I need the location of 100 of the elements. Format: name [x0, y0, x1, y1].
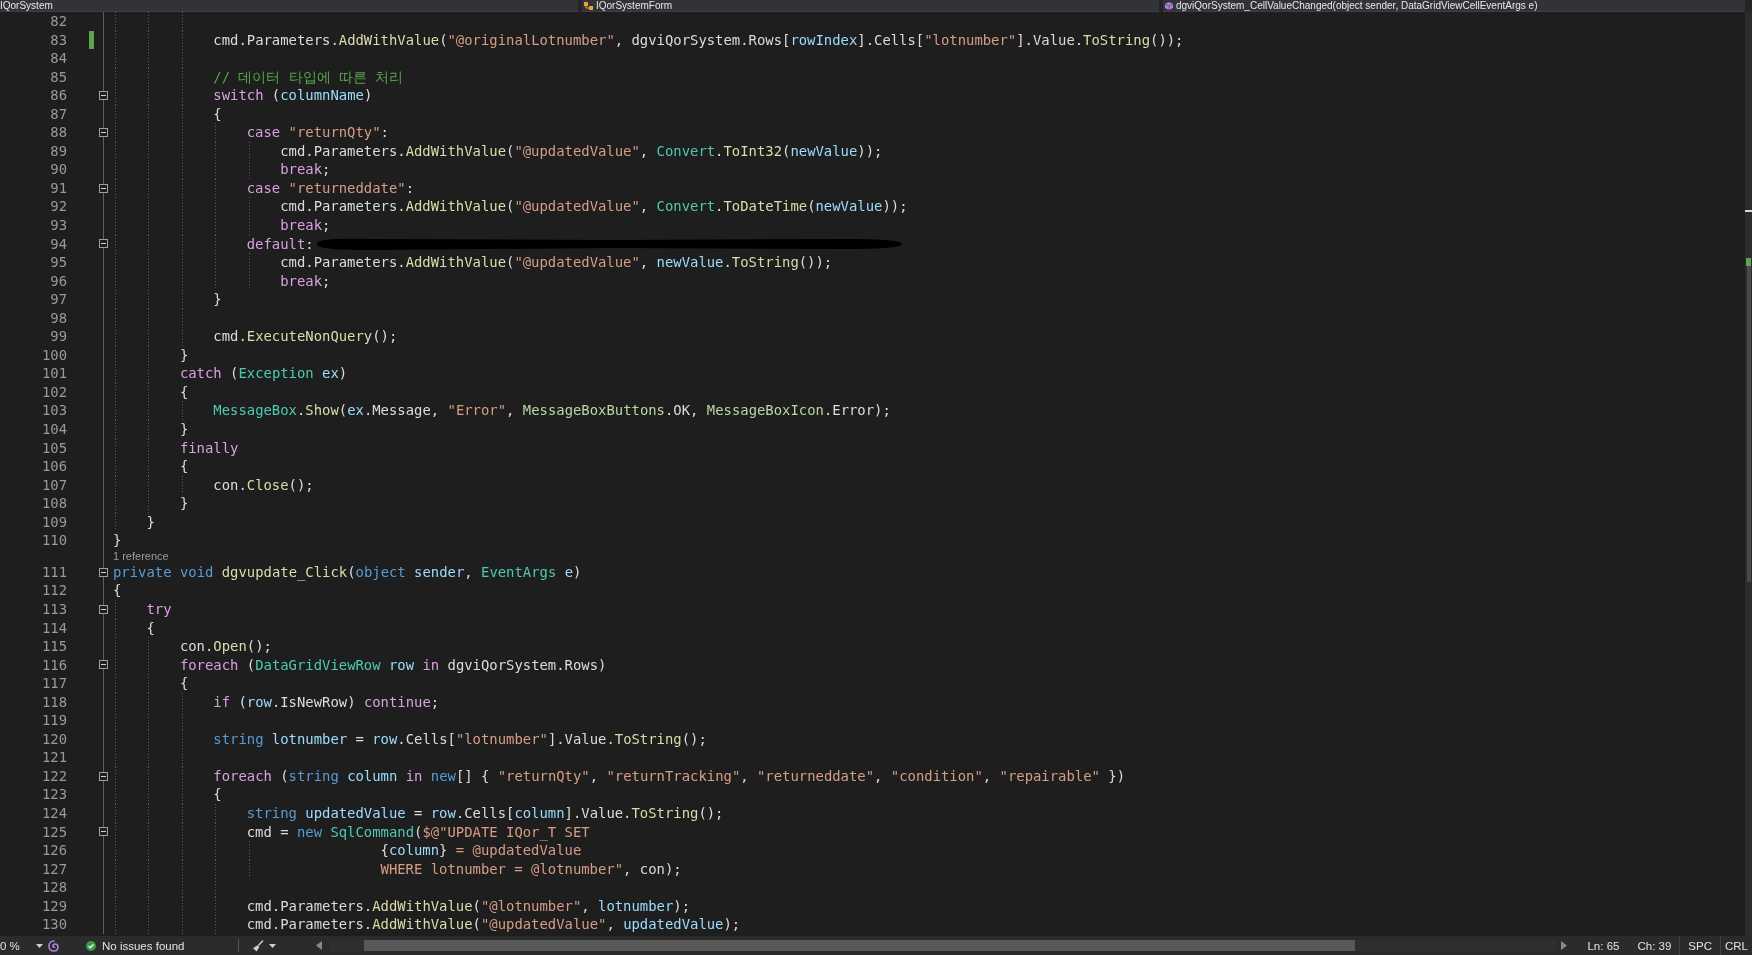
- collapse-icon[interactable]: [99, 128, 108, 138]
- code-line: cmd.Parameters.AddWithValue("@lotnumber", lotnumber);: [246, 896, 691, 916]
- code-line: if (row.IsNewRow) continue;: [213, 692, 440, 712]
- issues-indicator[interactable]: No issues found: [86, 936, 185, 955]
- code-line: }: [179, 420, 189, 439]
- line-number: 118: [41, 693, 67, 710]
- code-line: cmd.Parameters.AddWithValue("@updatedValue", newValue.ToString());: [280, 253, 833, 272]
- line-number: 112: [41, 582, 67, 599]
- line-number: 127: [41, 860, 67, 877]
- collapse-icon[interactable]: [99, 567, 108, 577]
- code-line: }: [146, 512, 155, 532]
- line-number: 103: [41, 402, 67, 419]
- code-line: cmd = new SqlCommand($@"UPDATE IQor_T SET: [246, 822, 590, 842]
- line-number: 105: [41, 439, 67, 456]
- caret-icon: [36, 943, 43, 948]
- line-number: 96: [50, 272, 67, 289]
- code-line: {: [179, 457, 189, 476]
- indent-guide: [181, 401, 183, 421]
- code-line: default:: [246, 234, 314, 254]
- code-line: {: [179, 674, 189, 693]
- scroll-right-icon[interactable]: [1561, 941, 1567, 950]
- change-mark: [1746, 258, 1751, 266]
- line-number: 102: [41, 383, 67, 400]
- code-line: }: [113, 531, 122, 550]
- line-number: 83: [50, 31, 67, 48]
- line-number: 85: [50, 68, 67, 85]
- zoom-dropdown[interactable]: 0 %: [0, 936, 44, 955]
- code-line: string updatedValue = row.Cells[column].Value.ToString();: [246, 803, 724, 823]
- swirl-icon[interactable]: [48, 939, 60, 952]
- code-line: break;: [280, 160, 331, 179]
- line-number: 100: [41, 346, 67, 363]
- collapse-icon[interactable]: [99, 827, 108, 837]
- collapse-icon[interactable]: [99, 239, 108, 249]
- code-line: WHERE lotnumber = @lotnumber", con);: [380, 859, 682, 879]
- code-line: try: [146, 599, 172, 619]
- project-dropdown[interactable]: IQorSystem: [0, 0, 53, 11]
- line-number: 98: [50, 309, 67, 326]
- code-line: cmd.Parameters.AddWithValue("@updatedValue", Convert.ToInt32(newValue));: [280, 141, 883, 161]
- code-line: foreach (DataGridViewRow row in dgviQorSystem.Rows): [179, 655, 607, 675]
- line-number: 108: [41, 495, 67, 512]
- line-number: 128: [41, 879, 67, 896]
- line-number: 97: [50, 291, 67, 308]
- collapse-icon[interactable]: [99, 183, 108, 193]
- scrollbar-thumb[interactable]: [364, 940, 1355, 951]
- line-number: 84: [50, 50, 67, 67]
- line-number: 106: [41, 458, 67, 475]
- code-line: con.Close();: [213, 475, 314, 495]
- code-line: case "returnQty":: [246, 123, 389, 142]
- line-number: 120: [41, 730, 67, 747]
- code-line: foreach (string column in new[] { "returnQty", "returnTracking", "returneddate", "condition", "repairable" }): [213, 766, 1125, 786]
- code-line: MessageBox.Show(ex.Message, "Error", MessageBoxButtons.OK, MessageBoxIcon.Error);: [213, 401, 891, 421]
- caret-icon: [269, 943, 277, 948]
- indent-guide: [181, 475, 183, 495]
- boxes-icon: [584, 1, 593, 10]
- line-number: 119: [41, 712, 67, 729]
- class-dropdown[interactable]: IQorSystemForm: [582, 0, 673, 11]
- codelens-link[interactable]: 1 reference: [113, 549, 169, 563]
- line-number: 92: [50, 198, 67, 215]
- line-number: 89: [50, 142, 67, 159]
- line-number: 99: [50, 328, 67, 345]
- code-line: {: [213, 104, 222, 124]
- code-line: cmd.Parameters.AddWithValue("@updatedValue", updatedValue);: [246, 915, 741, 934]
- line-number: 121: [41, 749, 67, 766]
- line-number: 91: [50, 179, 67, 196]
- code-line: break;: [280, 271, 331, 291]
- line-number: 130: [41, 916, 67, 933]
- whitespace-indicator[interactable]: SPC: [1679, 936, 1720, 955]
- collapse-icon[interactable]: [99, 604, 108, 614]
- vertical-scrollbar[interactable]: [1745, 12, 1752, 936]
- line-number: 94: [50, 235, 67, 252]
- code-line: string lotnumber = row.Cells["lotnumber"].Value.ToString();: [213, 729, 707, 749]
- code-line: cmd.Parameters.AddWithValue("@originalLotnumber", dgviQorSystem.Rows[rowIndex].Cells["lotnumber"].Value.ToString());: [213, 30, 1184, 50]
- scroll-left-icon[interactable]: [316, 941, 322, 950]
- collapse-icon[interactable]: [99, 90, 108, 100]
- code-line: }: [213, 290, 222, 309]
- collapse-icon[interactable]: [99, 771, 108, 781]
- code-line: }: [179, 345, 189, 365]
- line-ending-indicator[interactable]: CRL: [1720, 936, 1752, 955]
- line-number: 90: [50, 161, 67, 178]
- line-number: 116: [41, 656, 67, 673]
- line-number: 87: [50, 105, 67, 122]
- line-number: 114: [41, 619, 67, 636]
- line-number: 95: [50, 254, 67, 271]
- line-number: 88: [50, 124, 67, 141]
- line-number: 110: [41, 532, 67, 549]
- line-number: 86: [50, 87, 67, 104]
- code-line: finally: [179, 438, 239, 458]
- horizontal-scrollbar[interactable]: [330, 940, 1556, 951]
- line-number: 122: [41, 767, 67, 784]
- line-number: 101: [41, 365, 67, 382]
- cursor-column-label[interactable]: Ch: 39: [1637, 939, 1672, 952]
- line-number: 109: [41, 513, 67, 530]
- line-number: 123: [41, 786, 67, 803]
- code-line: {: [179, 382, 189, 402]
- line-number: 82: [50, 13, 67, 29]
- code-line: {: [146, 618, 155, 638]
- collapse-icon[interactable]: [99, 660, 108, 670]
- cursor-line-label[interactable]: Ln: 65: [1587, 939, 1620, 952]
- code-line: cmd.ExecuteNonQuery();: [213, 327, 398, 346]
- line-number: 129: [41, 897, 67, 914]
